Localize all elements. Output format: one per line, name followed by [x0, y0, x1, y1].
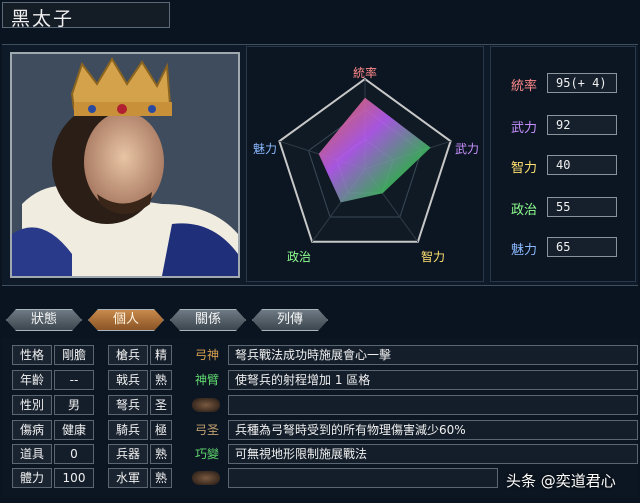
skill-description: 可無視地形限制施展戰法	[228, 444, 638, 464]
radar-svg: 統率 武力 智力 政治 魅力	[253, 65, 479, 264]
profile-value: 0	[54, 444, 94, 464]
troop-aptitude: 精	[150, 345, 172, 365]
troop-aptitude: 極	[150, 420, 172, 440]
stat-label: 武力	[511, 121, 538, 136]
stat-row-politics: 政治 55	[491, 197, 637, 219]
profile-value: 健康	[54, 420, 94, 440]
portrait-image	[12, 54, 238, 276]
radar-chart: 統率 武力 智力 政治 魅力	[246, 46, 484, 282]
stat-value: 92	[547, 115, 617, 135]
stat-value: 55	[547, 197, 617, 217]
skill-description: 兵種為弓弩時受到的所有物理傷害減少60%	[228, 420, 638, 440]
stat-value: 95(+ 4)	[547, 73, 617, 93]
portrait	[10, 52, 240, 278]
character-name-box: 黑太子	[2, 2, 170, 30]
stat-label: 智力	[511, 161, 538, 176]
troop-aptitude: 圣	[150, 395, 172, 415]
profile-value: --	[54, 370, 94, 390]
stat-row-intelligence: 智力 40	[491, 155, 637, 177]
tab-biography[interactable]: 列傳	[252, 309, 328, 331]
radar-label-charm: 魅力	[253, 141, 277, 156]
stat-value: 65	[547, 237, 617, 257]
troop-aptitude: 熟	[150, 444, 172, 464]
skill-description	[228, 395, 638, 415]
skill-icon[interactable]: 巧變	[190, 444, 224, 464]
troop-label: 弩兵	[108, 395, 148, 415]
troop-aptitude: 熟	[150, 370, 172, 390]
profile-label: 傷病	[12, 420, 52, 440]
profile-label: 年齡	[12, 370, 52, 390]
radar-label-politics: 政治	[287, 250, 311, 264]
empty-skill-icon	[192, 471, 220, 485]
troop-label: 騎兵	[108, 420, 148, 440]
profile-label: 性格	[12, 345, 52, 365]
profile-label: 性別	[12, 395, 52, 415]
stat-label: 政治	[511, 203, 538, 218]
skill-description: 弩兵戰法成功時施展會心一擊	[228, 345, 638, 365]
stats-panel: 統率 95(+ 4) 武力 92 智力 40 政治 55 魅力 65	[490, 46, 636, 282]
stat-row-charm: 魅力 65	[491, 237, 637, 259]
skill-icon[interactable]: 弓圣	[190, 420, 224, 440]
troop-label: 兵器	[108, 444, 148, 464]
troop-aptitude: 熟	[150, 468, 172, 488]
radar-label-war: 武力	[455, 142, 479, 156]
skill-description	[228, 468, 498, 488]
skill-icon[interactable]: 神臂	[190, 370, 224, 390]
radar-label-intelligence: 智力	[421, 249, 445, 264]
stat-label: 魅力	[511, 243, 538, 258]
troop-label: 戟兵	[108, 370, 148, 390]
troop-label: 水軍	[108, 468, 148, 488]
stat-value: 40	[547, 155, 617, 175]
profile-value: 剛膽	[54, 345, 94, 365]
profile-value: 男	[54, 395, 94, 415]
character-name: 黑太子	[11, 8, 75, 30]
tab-status[interactable]: 狀態	[6, 309, 82, 331]
tab-personal[interactable]: 個人	[88, 309, 164, 331]
watermark: 头条 @奕道君心	[506, 472, 616, 490]
stat-row-war: 武力 92	[491, 115, 637, 137]
profile-value: 100	[54, 468, 94, 488]
stat-label: 統率	[511, 79, 538, 94]
radar-label-leadership: 統率	[353, 65, 377, 80]
skill-icon[interactable]: 弓神	[190, 345, 224, 365]
troop-label: 槍兵	[108, 345, 148, 365]
stat-row-leadership: 統率 95(+ 4)	[491, 73, 637, 95]
empty-skill-icon	[192, 398, 220, 412]
profile-label: 體力	[12, 468, 52, 488]
profile-label: 道具	[12, 444, 52, 464]
tab-relations[interactable]: 關係	[170, 309, 246, 331]
skill-description: 使弩兵的射程增加 1 區格	[228, 370, 638, 390]
